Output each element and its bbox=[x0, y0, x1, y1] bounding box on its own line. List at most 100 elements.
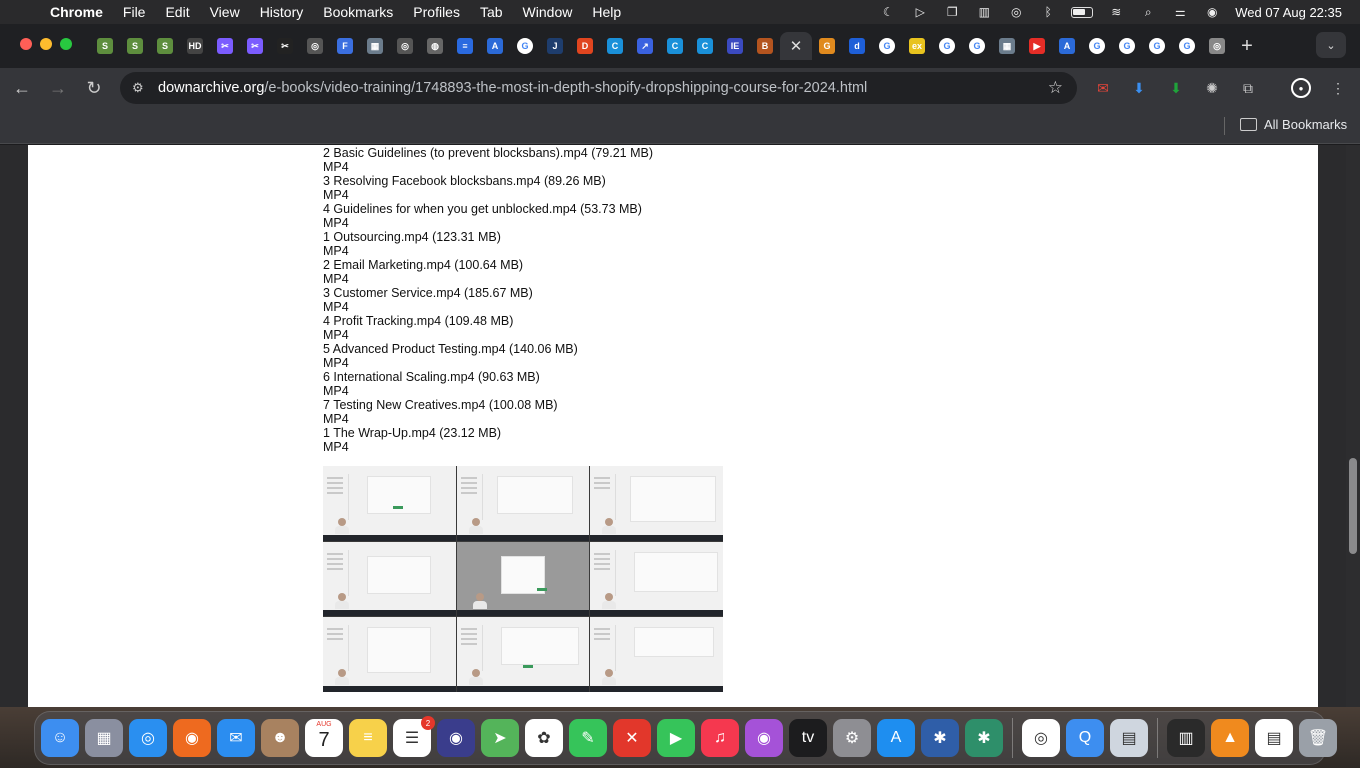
play-circle-icon[interactable]: ▷ bbox=[911, 5, 929, 19]
tab-google[interactable]: G bbox=[1142, 32, 1172, 60]
system-settings-dock-icon[interactable]: ⚙ bbox=[833, 719, 871, 757]
notes-dock-icon[interactable]: ≡ bbox=[349, 719, 387, 757]
tab-image[interactable]: ▦ bbox=[992, 32, 1022, 60]
menu-tab[interactable]: Tab bbox=[470, 4, 513, 20]
minimize-window-button[interactable] bbox=[40, 38, 52, 50]
xmind-dock-icon[interactable]: ✕ bbox=[613, 719, 651, 757]
moon-icon[interactable]: ☾ bbox=[879, 5, 897, 19]
facetime-dock-icon[interactable]: ▶ bbox=[657, 719, 695, 757]
preview-dock-icon[interactable]: ▤ bbox=[1110, 719, 1148, 757]
bookmark-star-icon[interactable]: ☆ bbox=[1048, 78, 1063, 98]
menu-profiles[interactable]: Profiles bbox=[403, 4, 470, 20]
firefox-dock-icon[interactable]: ◉ bbox=[173, 719, 211, 757]
address-bar[interactable]: ⚙ downarchive.org/e-books/video-training… bbox=[120, 72, 1077, 104]
forward-button[interactable]: → bbox=[46, 76, 70, 100]
tab-ex[interactable]: ex bbox=[902, 32, 932, 60]
music-dock-icon[interactable]: ♫ bbox=[701, 719, 739, 757]
green-download-extension-icon[interactable]: ⬇ bbox=[1166, 78, 1186, 98]
documents-stack-dock-icon[interactable]: ▤ bbox=[1255, 719, 1293, 757]
tab-capcut[interactable]: ✂ bbox=[270, 32, 300, 60]
menu-edit[interactable]: Edit bbox=[155, 4, 199, 20]
bluetooth-icon[interactable]: ᛒ bbox=[1039, 5, 1057, 19]
calendar-dock-icon[interactable]: AUG 7 bbox=[305, 719, 343, 757]
tab-google[interactable]: G bbox=[1082, 32, 1112, 60]
tab-google[interactable]: G bbox=[510, 32, 540, 60]
tab-gallery[interactable]: G bbox=[812, 32, 842, 60]
menu-app-name[interactable]: Chrome bbox=[44, 4, 113, 20]
finder-dock-icon[interactable]: ☺ bbox=[41, 719, 79, 757]
battery-icon[interactable] bbox=[1071, 6, 1094, 18]
tab-google-ads[interactable]: A bbox=[480, 32, 510, 60]
zoom-window-button[interactable] bbox=[60, 38, 72, 50]
tab-google-ads[interactable]: A bbox=[1052, 32, 1082, 60]
downloads-stack-dock-icon[interactable]: ▥ bbox=[1167, 719, 1205, 757]
reminders-dock-icon[interactable]: ☰ 2 bbox=[393, 716, 435, 757]
messages-dock-icon[interactable]: ✎ bbox=[569, 719, 607, 757]
back-button[interactable]: ← bbox=[10, 76, 34, 100]
app-store-dock-icon[interactable]: A bbox=[877, 719, 915, 757]
tab-arrow[interactable]: ↗ bbox=[630, 32, 660, 60]
menu-window[interactable]: Window bbox=[513, 4, 583, 20]
tab-canva[interactable]: C bbox=[690, 32, 720, 60]
tab-google[interactable]: G bbox=[932, 32, 962, 60]
control-center-icon[interactable]: ⚌ bbox=[1171, 5, 1189, 19]
chrome-dock-icon[interactable]: ◎ bbox=[1022, 719, 1060, 757]
vlc-dock-icon[interactable]: ▲ bbox=[1211, 719, 1249, 757]
wifi-icon[interactable]: ≋ bbox=[1107, 5, 1125, 19]
tab-capcut[interactable]: ✂ bbox=[240, 32, 270, 60]
audio-app-dock-icon[interactable]: ✱ bbox=[921, 719, 959, 757]
menu-bookmarks[interactable]: Bookmarks bbox=[313, 4, 403, 20]
menu-kebab-icon[interactable]: ⋮ bbox=[1328, 78, 1348, 98]
tab-search-button[interactable]: ⌄ bbox=[1316, 32, 1346, 58]
tab-d[interactable]: D bbox=[570, 32, 600, 60]
page-scrollbar[interactable] bbox=[1346, 145, 1360, 707]
tab-shopify[interactable]: S bbox=[150, 32, 180, 60]
airdrop-icon[interactable]: ◎ bbox=[1007, 5, 1025, 19]
download-extension-icon[interactable]: ⬇ bbox=[1129, 78, 1149, 98]
quicktime-dock-icon[interactable]: Q bbox=[1066, 719, 1104, 757]
siri-icon[interactable]: ◉ bbox=[1203, 5, 1221, 19]
menu-help[interactable]: Help bbox=[582, 4, 631, 20]
reload-button[interactable]: ↻ bbox=[82, 76, 106, 100]
tab-canva[interactable]: C bbox=[600, 32, 630, 60]
spotlight-search-icon[interactable]: ⌕ bbox=[1139, 5, 1157, 19]
contacts-dock-icon[interactable]: ☻ bbox=[261, 719, 299, 757]
tab-canva[interactable]: C bbox=[660, 32, 690, 60]
trash-dock-icon[interactable]: 🗑 bbox=[1299, 719, 1337, 757]
tab-google[interactable]: G bbox=[1112, 32, 1142, 60]
tab-reader[interactable]: B bbox=[750, 32, 780, 60]
url-text[interactable]: downarchive.org/e-books/video-training/1… bbox=[158, 80, 867, 96]
tab-docs[interactable]: ≡ bbox=[450, 32, 480, 60]
close-window-button[interactable] bbox=[20, 38, 32, 50]
chatgpt-dock-dock-icon[interactable]: ✱ bbox=[965, 719, 1003, 757]
memory-icon[interactable]: ▥ bbox=[975, 5, 993, 19]
tab-google[interactable]: G bbox=[872, 32, 902, 60]
active-tab-close-button[interactable]: ✕ bbox=[780, 32, 812, 60]
settings-extension-icon[interactable]: ✺ bbox=[1202, 78, 1222, 98]
tab-capcut[interactable]: ✂ bbox=[210, 32, 240, 60]
safari-dock-icon[interactable]: ◎ bbox=[129, 719, 167, 757]
tab-google[interactable]: G bbox=[1172, 32, 1202, 60]
mail-dock-icon[interactable]: ✉ bbox=[217, 719, 255, 757]
menu-history[interactable]: History bbox=[250, 4, 314, 20]
tab-ie[interactable]: IE bbox=[720, 32, 750, 60]
menu-view[interactable]: View bbox=[200, 4, 250, 20]
tab-jira[interactable]: J bbox=[540, 32, 570, 60]
tab-chrome[interactable]: ◎ bbox=[1202, 32, 1232, 60]
tab-google[interactable]: G bbox=[962, 32, 992, 60]
tab-form[interactable]: F bbox=[330, 32, 360, 60]
all-bookmarks-button[interactable]: All Bookmarks bbox=[1240, 117, 1347, 132]
extensions-puzzle-icon[interactable]: ⧉ bbox=[1238, 78, 1258, 98]
tab-openai[interactable]: ◎ bbox=[300, 32, 330, 60]
photos-dock-icon[interactable]: ✿ bbox=[525, 719, 563, 757]
tab-globe[interactable]: ◍ bbox=[420, 32, 450, 60]
tab-hdk[interactable]: HD bbox=[180, 32, 210, 60]
tab-d[interactable]: d bbox=[842, 32, 872, 60]
maps-dock-icon[interactable]: ➤ bbox=[481, 719, 519, 757]
profile-avatar[interactable]: ● bbox=[1291, 78, 1311, 98]
gmail-extension-icon[interactable]: ✉ bbox=[1093, 78, 1113, 98]
podcasts-dock-icon[interactable]: ◉ bbox=[745, 719, 783, 757]
windows-icon[interactable]: ❐ bbox=[943, 5, 961, 19]
launchpad-dock-icon[interactable]: ▦ bbox=[85, 719, 123, 757]
site-info-icon[interactable]: ⚙ bbox=[132, 80, 158, 96]
